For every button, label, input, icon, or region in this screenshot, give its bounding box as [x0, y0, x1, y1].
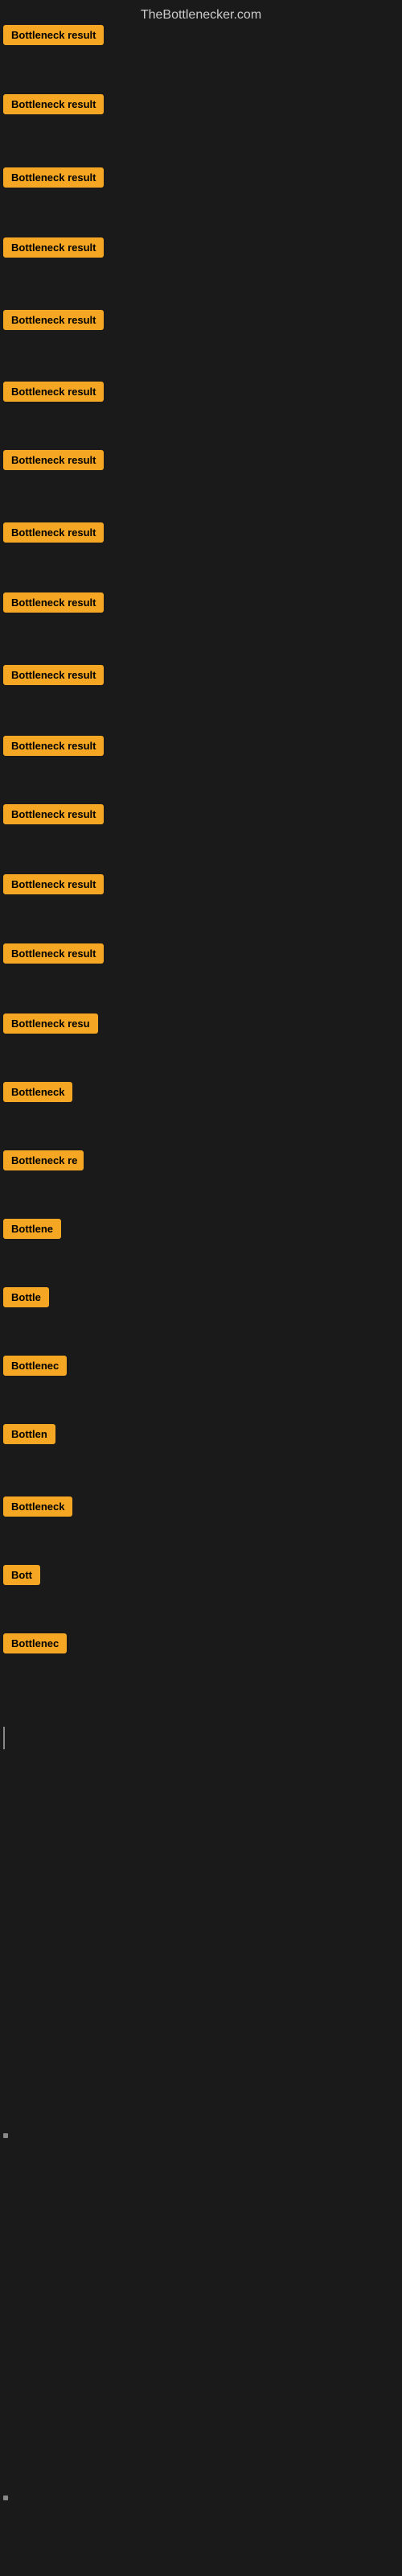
- small-mark-1: [3, 2133, 8, 2138]
- bottleneck-badge-24[interactable]: Bottlenec: [3, 1633, 67, 1653]
- bottleneck-item-17: Bottleneck re: [3, 1150, 84, 1174]
- bottleneck-item-19: Bottle: [3, 1287, 49, 1311]
- bottleneck-badge-17[interactable]: Bottleneck re: [3, 1150, 84, 1170]
- bottleneck-item-11: Bottleneck result: [3, 736, 104, 760]
- bottleneck-badge-2[interactable]: Bottleneck result: [3, 94, 104, 114]
- bottleneck-badge-14[interactable]: Bottleneck result: [3, 943, 104, 964]
- page-wrapper: TheBottlenecker.com Bottleneck resultBot…: [0, 0, 402, 2576]
- bottleneck-item-1: Bottleneck result: [3, 25, 104, 49]
- bottleneck-item-10: Bottleneck result: [3, 665, 104, 689]
- bottleneck-badge-13[interactable]: Bottleneck result: [3, 874, 104, 894]
- bottleneck-badge-7[interactable]: Bottleneck result: [3, 450, 104, 470]
- bottleneck-item-16: Bottleneck: [3, 1082, 72, 1106]
- bottleneck-badge-15[interactable]: Bottleneck resu: [3, 1013, 98, 1034]
- bottleneck-item-22: Bottleneck: [3, 1496, 72, 1521]
- bottleneck-badge-20[interactable]: Bottlenec: [3, 1356, 67, 1376]
- bottleneck-badge-21[interactable]: Bottlen: [3, 1424, 55, 1444]
- bottleneck-badge-19[interactable]: Bottle: [3, 1287, 49, 1307]
- bottleneck-item-5: Bottleneck result: [3, 310, 104, 334]
- bottleneck-item-15: Bottleneck resu: [3, 1013, 98, 1038]
- bottleneck-badge-22[interactable]: Bottleneck: [3, 1496, 72, 1517]
- bottleneck-item-9: Bottleneck result: [3, 592, 104, 617]
- bottleneck-badge-12[interactable]: Bottleneck result: [3, 804, 104, 824]
- bottleneck-item-21: Bottlen: [3, 1424, 55, 1448]
- bottleneck-badge-9[interactable]: Bottleneck result: [3, 592, 104, 613]
- bottleneck-badge-8[interactable]: Bottleneck result: [3, 522, 104, 543]
- bottleneck-item-20: Bottlenec: [3, 1356, 67, 1380]
- bottleneck-badge-6[interactable]: Bottleneck result: [3, 382, 104, 402]
- bottleneck-item-23: Bott: [3, 1565, 40, 1589]
- bottleneck-item-8: Bottleneck result: [3, 522, 104, 547]
- bottleneck-badge-16[interactable]: Bottleneck: [3, 1082, 72, 1102]
- small-mark-2: [3, 2496, 8, 2500]
- bottleneck-item-6: Bottleneck result: [3, 382, 104, 406]
- bottleneck-item-24: Bottlenec: [3, 1633, 67, 1657]
- bottleneck-item-12: Bottleneck result: [3, 804, 104, 828]
- bottleneck-badge-1[interactable]: Bottleneck result: [3, 25, 104, 45]
- bottleneck-badge-5[interactable]: Bottleneck result: [3, 310, 104, 330]
- bottleneck-badge-3[interactable]: Bottleneck result: [3, 167, 104, 188]
- site-title: TheBottlenecker.com: [0, 0, 402, 27]
- bottleneck-badge-23[interactable]: Bott: [3, 1565, 40, 1585]
- bottleneck-badge-18[interactable]: Bottlene: [3, 1219, 61, 1239]
- bottleneck-item-13: Bottleneck result: [3, 874, 104, 898]
- bottleneck-item-18: Bottlene: [3, 1219, 61, 1243]
- bottleneck-badge-10[interactable]: Bottleneck result: [3, 665, 104, 685]
- bottleneck-item-7: Bottleneck result: [3, 450, 104, 474]
- cursor-indicator: [3, 1727, 5, 1749]
- bottleneck-badge-4[interactable]: Bottleneck result: [3, 237, 104, 258]
- bottleneck-item-2: Bottleneck result: [3, 94, 104, 118]
- bottleneck-item-3: Bottleneck result: [3, 167, 104, 192]
- bottleneck-items-container: Bottleneck resultBottleneck resultBottle…: [0, 27, 402, 34]
- bottleneck-item-4: Bottleneck result: [3, 237, 104, 262]
- bottleneck-item-14: Bottleneck result: [3, 943, 104, 968]
- bottleneck-badge-11[interactable]: Bottleneck result: [3, 736, 104, 756]
